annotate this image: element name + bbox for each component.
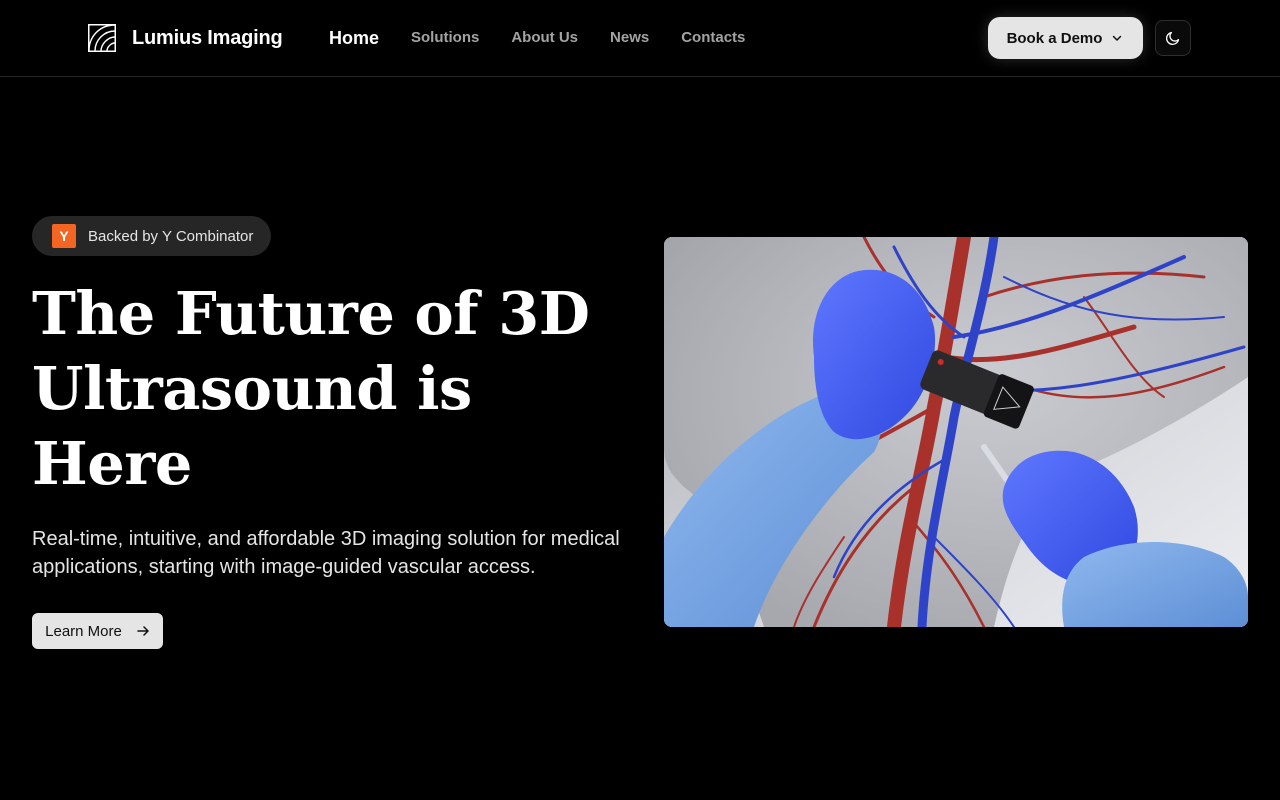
- learn-more-button[interactable]: Learn More: [32, 613, 163, 649]
- hero-title: The Future of 3D Ultrasound is Here: [32, 279, 590, 498]
- chevron-down-icon: [1113, 35, 1122, 41]
- brand-name: Lumius Imaging: [132, 26, 283, 49]
- learn-more-label: Learn More: [45, 622, 122, 640]
- badge-text: Backed by Y Combinator: [88, 227, 254, 245]
- brand-link[interactable]: Lumius Imaging: [88, 24, 283, 52]
- yc-badge: Y Backed by Y Combinator: [32, 216, 271, 256]
- moon-icon: [1165, 31, 1180, 46]
- nav-contacts[interactable]: Contacts: [681, 26, 745, 50]
- arrow-right-icon: [137, 626, 149, 636]
- nav-solutions[interactable]: Solutions: [411, 26, 479, 50]
- nav-about-us[interactable]: About Us: [511, 26, 578, 50]
- book-demo-button[interactable]: Book a Demo: [988, 17, 1143, 59]
- main-nav: Home Solutions About Us News Contacts: [329, 26, 777, 50]
- hero-illustration: [664, 237, 1248, 627]
- nav-news[interactable]: News: [610, 26, 649, 50]
- ultrasound-vascular-illustration: [664, 237, 1248, 627]
- site-header: Lumius Imaging Home Solutions About Us N…: [0, 0, 1280, 77]
- hero-subtitle: Real-time, intuitive, and affordable 3D …: [32, 528, 620, 578]
- lumius-logo-icon: [88, 24, 116, 52]
- y-combinator-logo: Y: [52, 224, 76, 248]
- book-demo-label: Book a Demo: [1006, 29, 1103, 47]
- theme-toggle-button[interactable]: [1155, 20, 1191, 56]
- nav-home[interactable]: Home: [329, 26, 379, 50]
